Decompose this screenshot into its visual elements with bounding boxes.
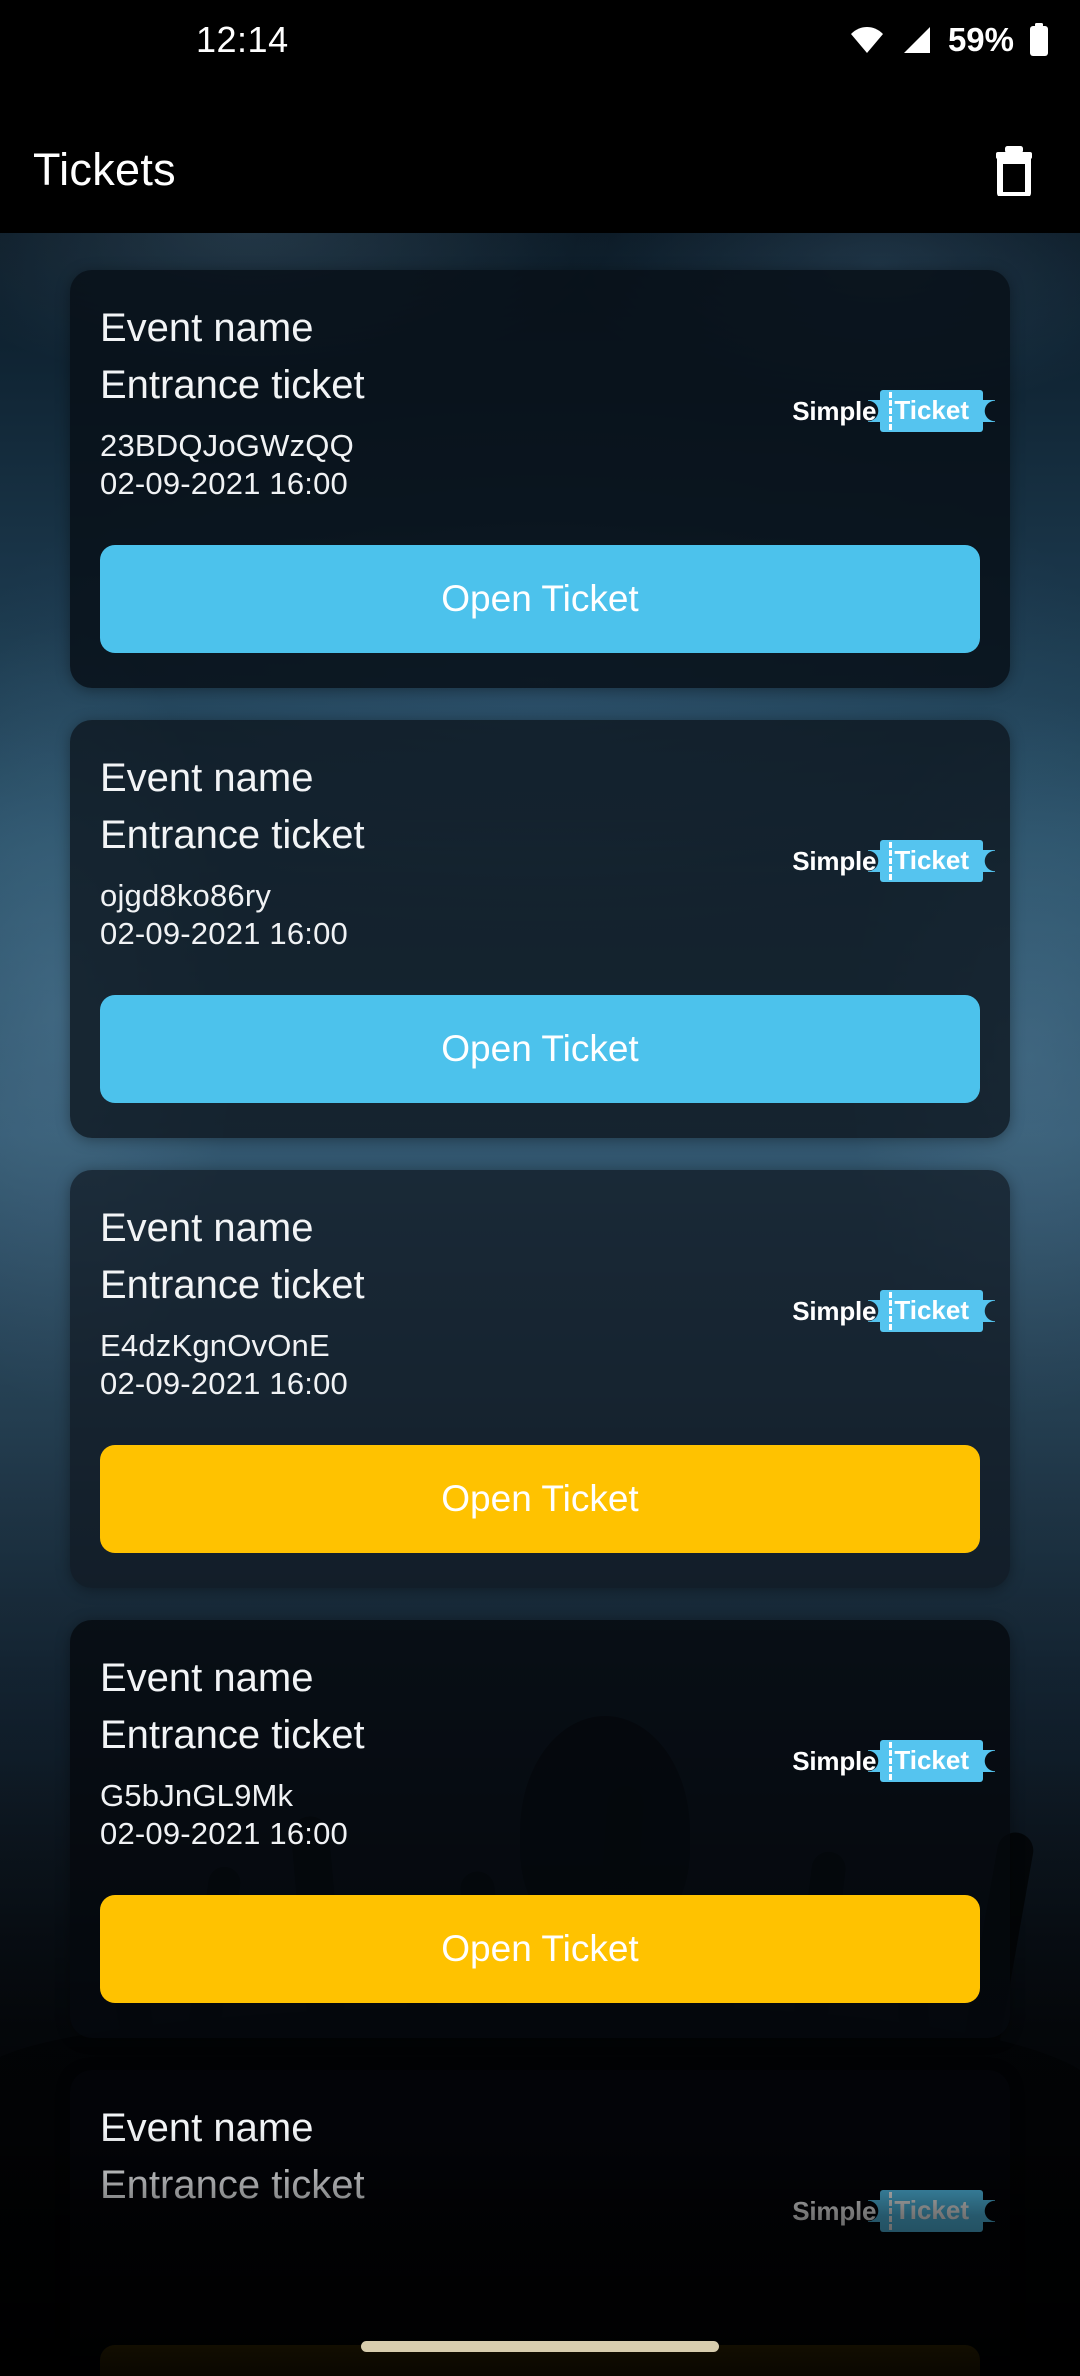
cellular-signal-icon xyxy=(903,27,930,53)
ticket-datetime: 02-09-2021 16:00 xyxy=(100,916,348,951)
phone-screen: 12:14 59% Tickets Event name Entrance ti… xyxy=(0,0,1080,2376)
brand-logo: Simple Ticket xyxy=(792,840,983,882)
ticket-card[interactable]: Event name Entrance ticket E4dzKgnOvOnE … xyxy=(70,1170,1010,1588)
page-title: Tickets xyxy=(33,144,176,195)
battery-percent-label: 59% xyxy=(947,21,1014,58)
tickets-list[interactable]: Event name Entrance ticket 23BDQJoGWzQQ … xyxy=(0,233,1080,2376)
ticket-type: Entrance ticket xyxy=(100,2163,365,2207)
brand-word: Simple xyxy=(792,2195,877,2226)
brand-ticket-badge: Ticket xyxy=(880,840,983,882)
event-name: Event name xyxy=(100,756,314,800)
brand-word: Simple xyxy=(792,1745,877,1776)
trash-icon xyxy=(996,146,1032,196)
battery-icon xyxy=(1030,23,1048,56)
status-clock: 12:14 xyxy=(196,19,289,60)
brand-tag-label: Ticket xyxy=(894,395,969,425)
ticket-perforation xyxy=(889,392,893,430)
ticket-card[interactable]: Event name Entrance ticket 23BDQJoGWzQQ … xyxy=(70,270,1010,688)
ticket-card[interactable]: Event name Entrance ticket G5bJnGL9Mk 02… xyxy=(70,1620,1010,2038)
brand-tag-label: Ticket xyxy=(894,2195,969,2225)
brand-tag-label: Ticket xyxy=(894,845,969,875)
brand-tag-label: Ticket xyxy=(894,1295,969,1325)
event-name: Event name xyxy=(100,1656,314,1700)
ticket-card[interactable]: Event name Entrance ticket ojgd8ko86ry 0… xyxy=(70,720,1010,1138)
brand-logo: Simple Ticket xyxy=(792,1290,983,1332)
ticket-datetime: 02-09-2021 16:00 xyxy=(100,1366,348,1401)
ticket-code: E4dzKgnOvOnE xyxy=(100,1328,330,1363)
brand-logo: Simple Ticket xyxy=(792,1740,983,1782)
ticket-datetime: 02-09-2021 16:00 xyxy=(100,1816,348,1851)
event-name: Event name xyxy=(100,306,314,350)
brand-tag-label: Ticket xyxy=(894,1745,969,1775)
ticket-type: Entrance ticket xyxy=(100,1263,365,1307)
brand-ticket-badge: Ticket xyxy=(880,2190,983,2232)
open-ticket-button[interactable]: Open Ticket xyxy=(100,1895,980,2003)
home-gesture-pill[interactable] xyxy=(361,2340,719,2352)
brand-word: Simple xyxy=(792,845,877,876)
brand-ticket-badge: Ticket xyxy=(880,1740,983,1782)
app-bar: Tickets xyxy=(0,78,1080,233)
status-bar: 12:14 59% xyxy=(0,0,1080,78)
ticket-perforation xyxy=(889,1742,893,1780)
wifi-icon xyxy=(850,27,883,53)
brand-ticket-badge: Ticket xyxy=(880,1290,983,1332)
ticket-code: ojgd8ko86ry xyxy=(100,878,272,913)
ticket-perforation xyxy=(889,842,893,880)
ticket-datetime: 02-09-2021 16:00 xyxy=(100,466,348,501)
brand-ticket-badge: Ticket xyxy=(880,390,983,432)
ticket-code: G5bJnGL9Mk xyxy=(100,1778,294,1813)
ticket-type: Entrance ticket xyxy=(100,813,365,857)
ticket-perforation xyxy=(889,2192,893,2230)
event-name: Event name xyxy=(100,1206,314,1250)
ticket-perforation xyxy=(889,1292,893,1330)
brand-word: Simple xyxy=(792,395,877,426)
system-navigation-bar[interactable] xyxy=(0,2316,1080,2376)
brand-logo: Simple Ticket xyxy=(792,2190,983,2232)
ticket-code: 23BDQJoGWzQQ xyxy=(100,428,354,463)
ticket-type: Entrance ticket xyxy=(100,363,365,407)
event-name: Event name xyxy=(100,2106,314,2150)
brand-word: Simple xyxy=(792,1295,877,1326)
status-icons: 59% xyxy=(848,21,1050,59)
delete-all-tickets-button[interactable] xyxy=(974,130,1054,210)
ticket-type: Entrance ticket xyxy=(100,1713,365,1757)
open-ticket-button[interactable]: Open Ticket xyxy=(100,1445,980,1553)
open-ticket-button[interactable]: Open Ticket xyxy=(100,995,980,1103)
open-ticket-button[interactable]: Open Ticket xyxy=(100,545,980,653)
brand-logo: Simple Ticket xyxy=(792,390,983,432)
